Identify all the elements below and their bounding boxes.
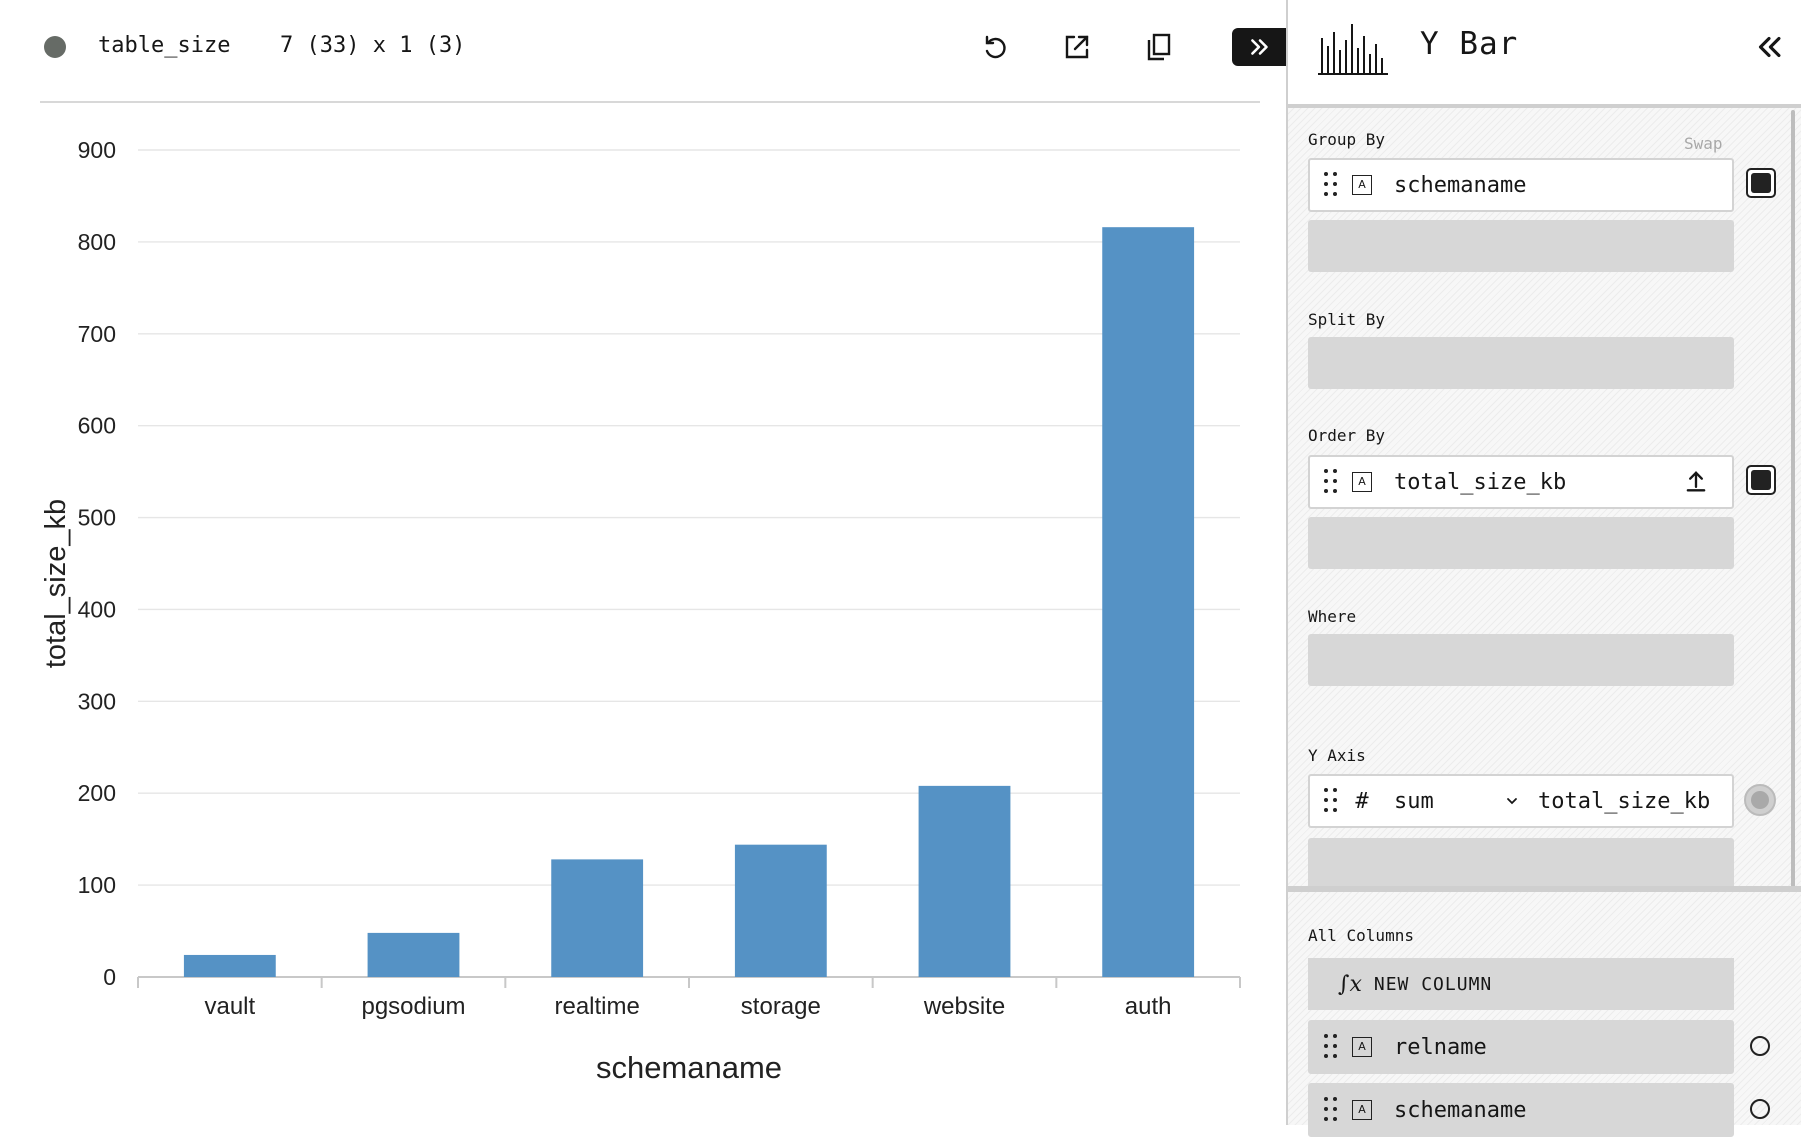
x-tick-label: vault: [204, 993, 255, 1020]
number-type-icon: #: [1355, 788, 1369, 814]
column-name: relname: [1394, 1034, 1487, 1060]
reset-icon: [985, 35, 1006, 59]
all-columns-label: All Columns: [1308, 926, 1414, 945]
bar-chart: 0 100 200 300 400 500 600 700 800 900 vault pgsodiu…: [40, 137, 1241, 1085]
plugin-header: Y Bar: [1288, 0, 1801, 108]
y-tick-label: 700: [78, 321, 116, 347]
copy-button[interactable]: [1136, 24, 1182, 70]
chevron-down-icon: [1507, 798, 1517, 805]
where-label: Where: [1308, 607, 1357, 626]
export-button[interactable]: [1054, 24, 1100, 70]
copy-icon: [1147, 33, 1171, 61]
y-axis-pill[interactable]: # sum total_size_kb: [1308, 774, 1734, 828]
bar-pgsodium: [367, 932, 460, 977]
group-by-label: Group By: [1308, 130, 1386, 149]
y-tick-label: 400: [78, 596, 116, 622]
group-by-column: schemaname: [1394, 172, 1527, 198]
bar-storage: [734, 844, 827, 977]
section-divider: [1288, 886, 1801, 892]
string-type-icon: A: [1352, 1100, 1372, 1120]
y-tick-label: 600: [78, 413, 116, 439]
table-dimensions: 7 (33) x 1 (3): [280, 33, 466, 58]
x-tick-label: auth: [1125, 993, 1172, 1020]
drag-handle-icon[interactable]: [1324, 172, 1338, 198]
order-by-dropzone[interactable]: [1308, 517, 1734, 569]
order-by-column: total_size_kb: [1394, 469, 1567, 495]
column-item-relname[interactable]: A relname: [1308, 1020, 1734, 1074]
y-axis-dropzone[interactable]: [1308, 838, 1734, 890]
group-by-pill[interactable]: A schemaname: [1308, 158, 1734, 212]
x-tick-label: pgsodium: [361, 993, 465, 1020]
double-chevron-right-icon: [1251, 39, 1268, 55]
y-axis-column: total_size_kb: [1538, 788, 1711, 814]
y-axis-active-indicator[interactable]: [1744, 784, 1776, 816]
string-type-icon: A: [1352, 472, 1372, 492]
settings-panel: Y Bar Group By Swap A schemaname Split B…: [1286, 0, 1801, 1137]
column-item-schemaname[interactable]: A schemaname: [1308, 1083, 1734, 1137]
string-type-icon: A: [1352, 1037, 1372, 1057]
split-by-dropzone[interactable]: [1308, 337, 1734, 389]
y-tick-label: 0: [103, 964, 116, 990]
order-by-pill[interactable]: A total_size_kb: [1308, 455, 1734, 509]
drag-handle-icon[interactable]: [1324, 469, 1338, 495]
double-chevron-left-icon[interactable]: [1752, 30, 1786, 64]
new-column-label: NEW COLUMN: [1373, 973, 1493, 995]
x-tick-label: website: [923, 993, 1005, 1020]
split-by-label: Split By: [1308, 310, 1386, 329]
y-axis-label: Y Axis: [1308, 746, 1366, 765]
aggregate-value: sum: [1394, 788, 1434, 814]
column-toggle-schemaname[interactable]: [1750, 1099, 1770, 1119]
aggregate-select[interactable]: sum: [1394, 789, 1520, 814]
bar-auth: [1102, 227, 1195, 978]
export-icon: [1065, 35, 1089, 59]
x-axis-title: schemaname: [596, 1050, 782, 1085]
status-indicator: [44, 36, 66, 58]
column-toggle-relname[interactable]: [1750, 1036, 1770, 1056]
new-column-button[interactable]: ∫x NEW COLUMN: [1308, 958, 1734, 1010]
y-tick-label: 500: [78, 505, 116, 531]
string-type-icon: A: [1352, 175, 1372, 195]
plugin-name[interactable]: Y Bar: [1420, 26, 1518, 62]
order-by-toggle[interactable]: [1746, 465, 1776, 495]
header-divider: [40, 101, 1260, 103]
y-tick-label: 300: [78, 688, 116, 714]
drag-handle-icon[interactable]: [1324, 1097, 1338, 1123]
bar-chart-icon: [1318, 24, 1388, 75]
group-by-dropzone[interactable]: [1308, 220, 1734, 272]
drag-handle-icon[interactable]: [1324, 788, 1338, 814]
column-name: schemaname: [1394, 1097, 1527, 1123]
y-tick-label: 900: [78, 137, 116, 163]
table-name: table_size: [98, 33, 231, 58]
y-tick-label: 800: [78, 229, 116, 255]
y-tick-label: 200: [78, 780, 116, 806]
settings-toggle-button[interactable]: [1232, 28, 1288, 66]
function-icon: ∫x: [1338, 971, 1362, 997]
bar-website: [918, 785, 1011, 977]
order-by-label: Order By: [1308, 426, 1386, 445]
bar-vault: [183, 954, 276, 977]
drag-handle-icon[interactable]: [1324, 1034, 1338, 1060]
reset-button[interactable]: [972, 24, 1018, 70]
y-axis-title: total_size_kb: [40, 499, 72, 668]
x-tick-label: storage: [741, 993, 821, 1020]
group-by-toggle[interactable]: [1746, 168, 1776, 198]
sort-ascending-icon[interactable]: [1682, 467, 1710, 495]
x-tick-label: realtime: [554, 993, 639, 1020]
panel-scrollbar[interactable]: [1791, 110, 1795, 890]
y-tick-label: 100: [78, 872, 116, 898]
bar-realtime: [551, 859, 644, 977]
where-dropzone[interactable]: [1308, 634, 1734, 686]
swap-button[interactable]: Swap: [1684, 134, 1723, 153]
